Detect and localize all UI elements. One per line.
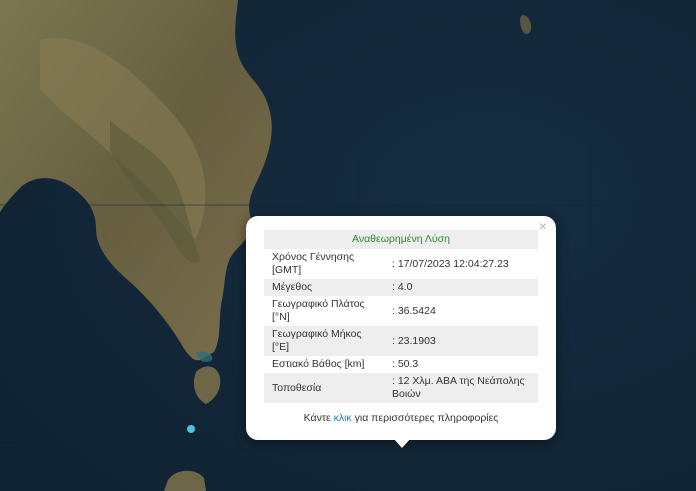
earthquake-marker[interactable] [187,425,195,433]
row-value: : 36.5424 [392,304,436,317]
popup-tip [393,438,411,448]
more-info-link[interactable]: κλικ [334,412,352,424]
row-label: Γεωγραφικό Πλάτος [°N] [272,298,365,323]
row-label: Γεωγραφικό Μήκος [°E] [264,326,384,356]
row-label: Εστιακό Βάθος [km] [272,358,365,370]
table-row: Γεωγραφικό Μήκος [°E] : 23.1903 [264,326,538,356]
earthquake-info-table: Αναθεωρημένη Λύση Χρόνος Γέννησης [GMT] … [264,230,538,403]
row-value: : 4.0 [384,279,538,296]
popup-title-row: Αναθεωρημένη Λύση [264,230,538,249]
table-row: Τοποθεσία : 12 Χλμ. ΑΒΑ της Νεάπολης Βοι… [264,373,538,403]
row-value: : 17/07/2023 12:04:27.23 [392,257,509,270]
close-icon[interactable]: × [536,219,550,233]
table-row: Εστιακό Βάθος [km] : 50.3 [264,356,538,373]
row-label: Τοποθεσία [264,373,384,403]
row-value: : 12 Χλμ. ΑΒΑ της Νεάπολης Βοιών [384,373,538,403]
more-info-line: Κάντε κλικ για περισσότερες πληροφορίες [264,412,538,424]
row-value: : 23.1903 [384,326,538,356]
row-value: : 50.3 [392,358,419,370]
table-row: Γεωγραφικό Πλάτος [°N] : 36.5424 [264,296,538,326]
popup-title: Αναθεωρημένη Λύση [264,230,538,249]
table-row: Μέγεθος : 4.0 [264,279,538,296]
earthquake-popup: × Αναθεωρημένη Λύση Χρόνος Γέννησης [GMT… [246,216,556,440]
more-prefix: Κάντε [303,412,334,424]
row-label: Μέγεθος [264,279,384,296]
row-label: Χρόνος Γέννησης [GMT] [272,251,355,276]
table-row: Χρόνος Γέννησης [GMT] : 17/07/2023 12:04… [264,249,538,279]
more-suffix: για περισσότερες πληροφορίες [351,412,499,424]
